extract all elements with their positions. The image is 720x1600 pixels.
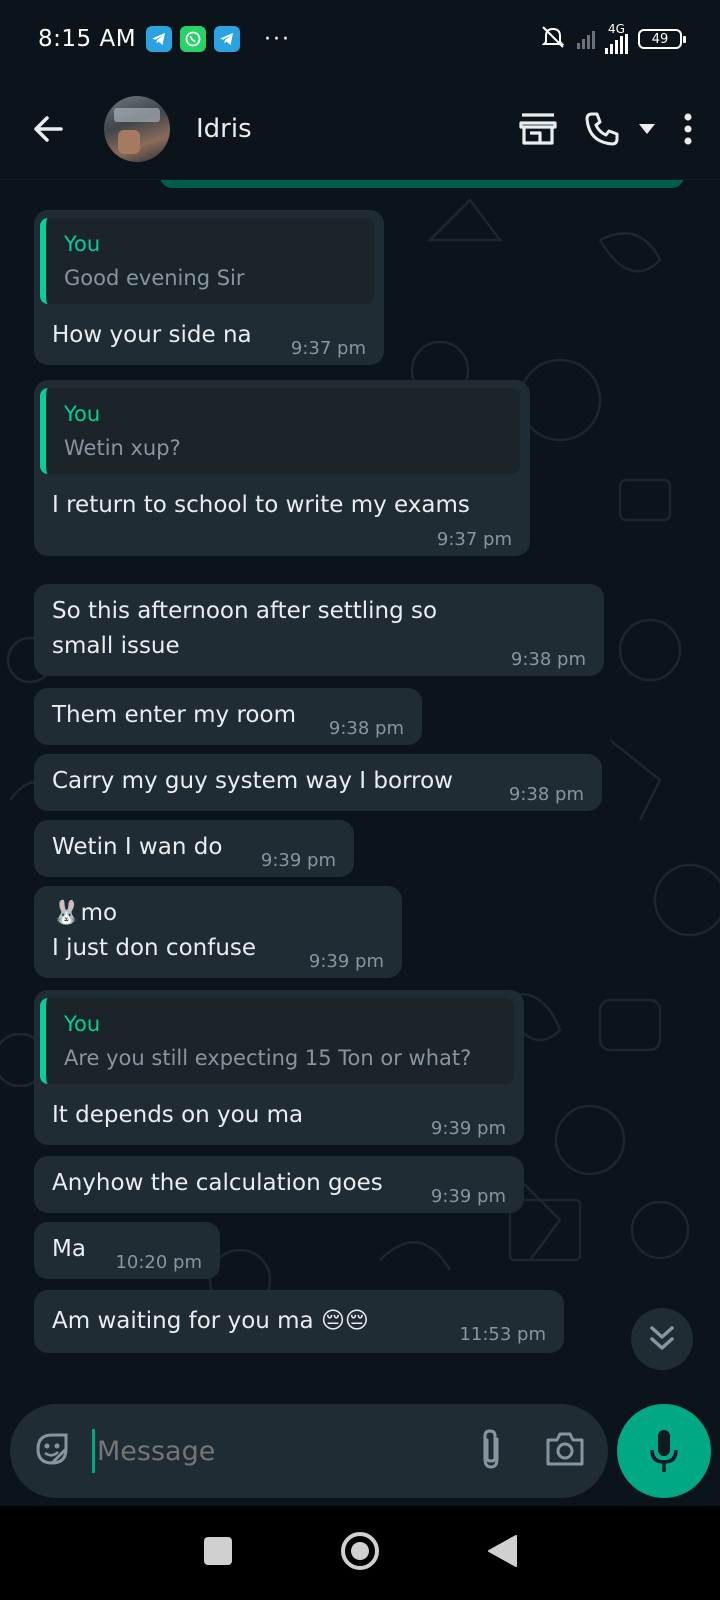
header-actions — [518, 111, 694, 147]
message-time: 9:38 pm — [510, 649, 586, 670]
signal-icon — [577, 29, 595, 49]
network-label: 4G — [608, 22, 625, 36]
status-bar: 8:15 AM ··· 4G 49 — [0, 0, 720, 78]
message-input[interactable] — [97, 1435, 397, 1467]
more-options-button[interactable] — [682, 111, 694, 147]
input-bar — [0, 1402, 720, 1506]
quoted-message[interactable]: You Wetin xup? — [40, 388, 520, 474]
more-notifications: ··· — [264, 26, 292, 52]
message-time: 9:38 pm — [508, 784, 584, 805]
attach-icon — [483, 1429, 499, 1469]
back-button[interactable] — [26, 106, 72, 152]
mic-icon — [650, 1430, 678, 1472]
avatar[interactable] — [104, 95, 170, 162]
quote-text: Good evening Sir — [64, 266, 245, 290]
square-icon — [204, 1537, 233, 1565]
sticker-icon — [36, 1433, 68, 1465]
whatsapp-icon — [180, 26, 207, 52]
battery-level: 49 — [651, 31, 669, 47]
message-time: 9:37 pm — [436, 529, 512, 550]
message-text: Anyhow the calculation goes — [52, 1170, 383, 1196]
message-composer — [10, 1404, 608, 1498]
message-time: 9:39 pm — [430, 1118, 506, 1139]
triangle-back-icon — [487, 1535, 517, 1567]
message-bubble[interactable]: Ma 10:20 pm — [34, 1222, 220, 1279]
message-bubble[interactable]: Carry my guy system way I borrow 9:38 pm — [34, 754, 602, 811]
status-time: 8:15 AM — [38, 26, 137, 52]
message-time: 9:37 pm — [290, 338, 366, 359]
message-text: Them enter my room — [52, 702, 296, 728]
message-bubble[interactable]: You Wetin xup? I return to school to wri… — [34, 380, 530, 556]
previous-message-stub — [160, 180, 684, 188]
message-bubble[interactable]: Them enter my room 9:38 pm — [34, 688, 422, 745]
message-text: Am waiting for you ma 😔😔 — [52, 1308, 369, 1334]
home-circle-icon — [340, 1532, 379, 1570]
message-bubble[interactable]: You Are you still expecting 15 Ton or wh… — [34, 990, 524, 1145]
system-status: 4G 49 — [539, 22, 686, 55]
message-time: 9:39 pm — [430, 1186, 506, 1207]
sticker-button[interactable] — [32, 1429, 72, 1473]
message-text: I return to school to write my exams — [52, 492, 470, 518]
message-bubble[interactable]: So this afternoon after settling so smal… — [34, 584, 604, 676]
message-text: Ma — [52, 1236, 86, 1262]
network-indicator: 4G — [605, 22, 628, 54]
message-bubble[interactable]: 🐰mo I just don confuse 9:39 pm — [34, 886, 402, 978]
double-chevron-down-icon — [650, 1326, 674, 1350]
recents-button[interactable] — [202, 1535, 234, 1571]
quoted-message[interactable]: You Are you still expecting 15 Ton or wh… — [40, 998, 514, 1084]
text-caret — [92, 1429, 95, 1473]
signal-icon — [605, 34, 628, 54]
scroll-to-bottom-button[interactable] — [631, 1308, 693, 1370]
message-text: 🐰mo — [52, 900, 118, 926]
camera-button[interactable] — [544, 1430, 586, 1472]
message-time: 9:39 pm — [308, 951, 384, 972]
message-text: How your side na — [52, 322, 252, 348]
quoted-message[interactable]: You Good evening Sir — [40, 218, 374, 304]
message-bubble[interactable]: Wetin I wan do 9:39 pm — [34, 820, 354, 877]
message-time: 11:53 pm — [459, 1324, 546, 1345]
more-vert-icon — [684, 113, 692, 144]
quote-author: You — [64, 232, 101, 256]
voice-message-button[interactable] — [617, 1404, 711, 1498]
camera-icon — [546, 1432, 584, 1466]
message-text: I just don confuse — [52, 935, 257, 961]
message-time: 9:38 pm — [328, 718, 404, 739]
home-button[interactable] — [339, 1530, 381, 1576]
call-button[interactable] — [584, 111, 656, 147]
quote-author: You — [64, 1012, 101, 1036]
system-navigation-bar — [0, 1506, 720, 1600]
back-nav-button[interactable] — [486, 1534, 518, 1572]
quote-author: You — [64, 402, 101, 426]
chat-header: Idris — [0, 78, 720, 180]
notification-icons: ··· — [146, 26, 291, 52]
message-text: Wetin I wan do — [52, 834, 223, 860]
message-text: It depends on you ma — [52, 1102, 304, 1128]
telegram-icon — [146, 26, 173, 52]
back-arrow-icon — [34, 115, 63, 142]
message-bubble[interactable]: You Good evening Sir How your side na 9:… — [34, 210, 384, 365]
message-bubble[interactable]: Anyhow the calculation goes 9:39 pm — [34, 1156, 524, 1213]
store-button[interactable] — [518, 111, 558, 147]
store-icon — [519, 112, 557, 145]
message-text: So this afternoon after settling so smal… — [52, 598, 438, 659]
message-bubble[interactable]: Am waiting for you ma 😔😔 11:53 pm — [34, 1290, 564, 1353]
message-text: Carry my guy system way I borrow — [52, 768, 453, 794]
contact-name[interactable]: Idris — [196, 114, 252, 144]
mute-icon — [539, 23, 567, 55]
quote-text: Are you still expecting 15 Ton or what? — [64, 1046, 472, 1070]
quote-text: Wetin xup? — [64, 436, 181, 460]
caret-down-icon — [639, 123, 655, 134]
phone-icon — [585, 112, 619, 145]
message-time: 10:20 pm — [115, 1252, 202, 1273]
battery-icon: 49 — [638, 29, 686, 49]
message-time: 9:39 pm — [260, 850, 336, 871]
chat-area[interactable]: You Good evening Sir How your side na 9:… — [0, 180, 720, 1402]
attach-button[interactable] — [476, 1427, 506, 1475]
telegram-icon — [214, 26, 241, 52]
